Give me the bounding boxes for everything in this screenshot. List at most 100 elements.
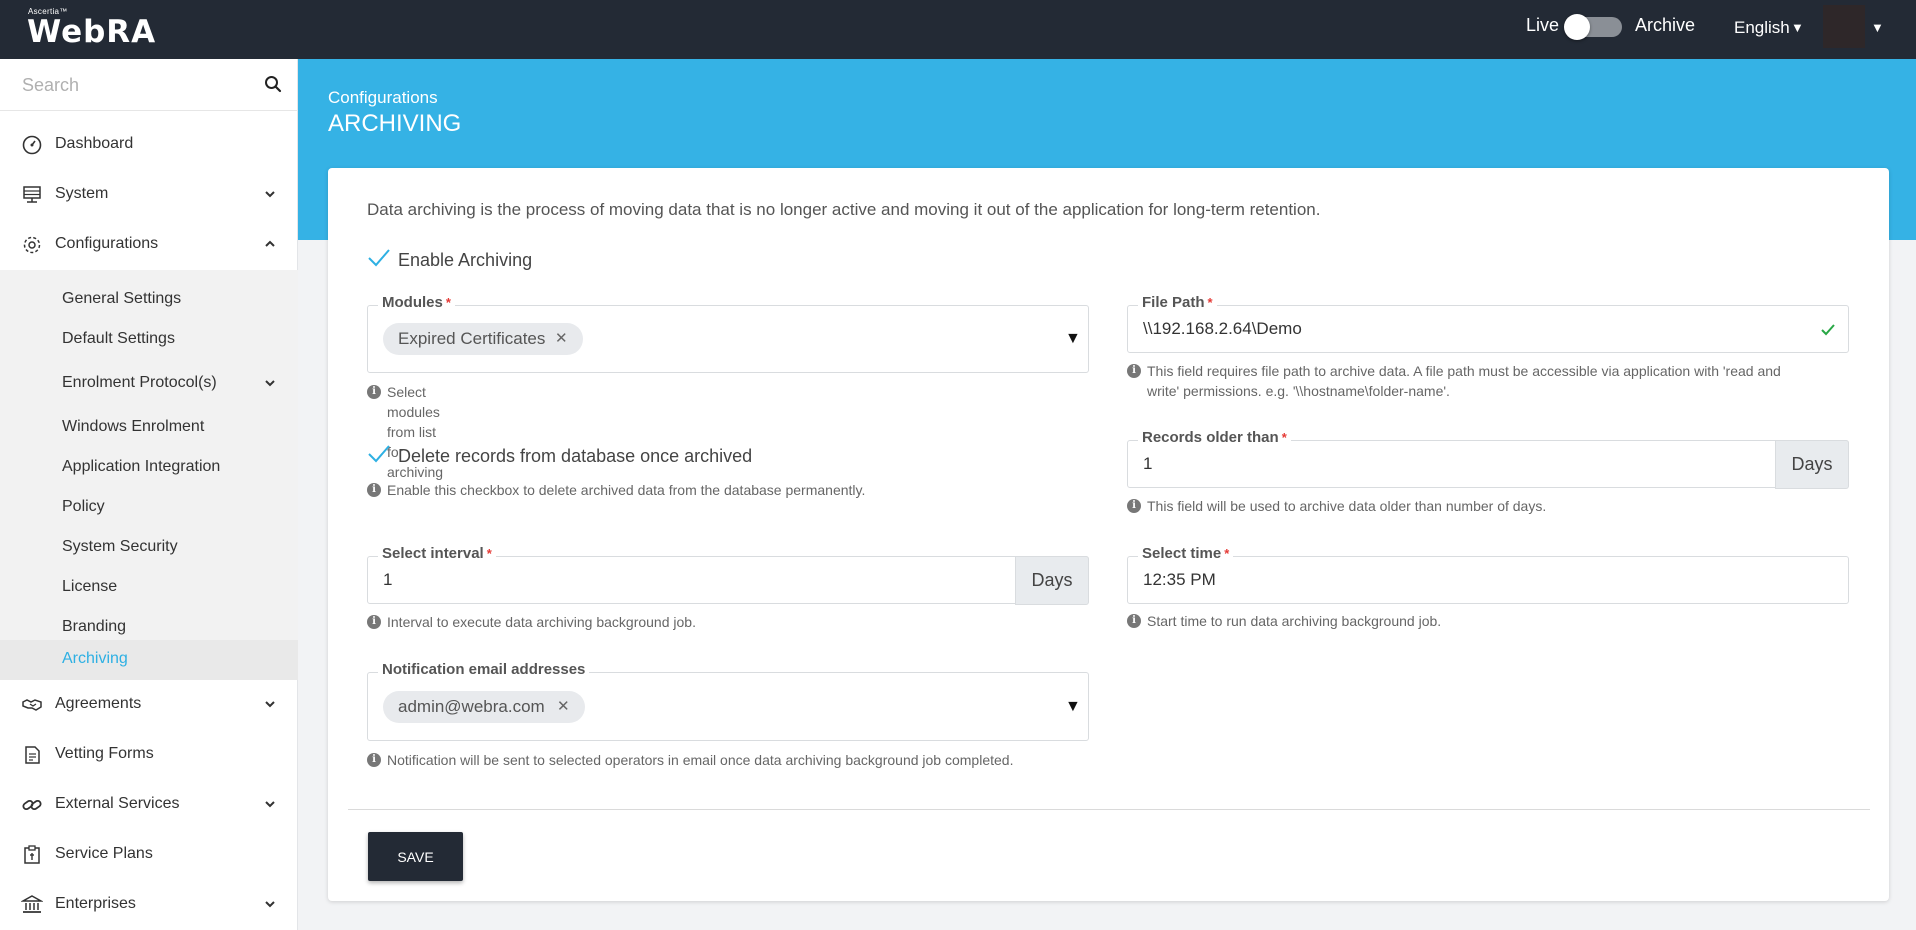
sidebar-item-label: External Services (55, 795, 180, 812)
checkbox-label: Enable Archiving (398, 250, 533, 270)
chip-label: admin@webra.com (398, 697, 545, 716)
caret-down-icon[interactable]: ▼ (1791, 20, 1804, 35)
service-plan-icon (24, 845, 40, 864)
link-icon (22, 799, 42, 811)
sidebar-item-windows-enrolment[interactable]: Windows Enrolment (62, 418, 204, 436)
records-older-than-field[interactable]: Records older than * 1 Days (1127, 429, 1849, 489)
server-icon (23, 186, 41, 203)
top-bar: Ascertia™ WebRA Live Archive English ▼ ▼ (0, 0, 1916, 59)
sidebar-item-label: Dashboard (55, 135, 134, 152)
sidebar-item-label: Enterprises (55, 895, 136, 912)
sidebar-item-external-services[interactable]: External Services (0, 780, 298, 830)
sidebar-item-branding[interactable]: Branding (62, 618, 126, 636)
sidebar-item-license[interactable]: License (62, 578, 117, 596)
module-chip: Expired Certificates ✕ (383, 323, 583, 355)
email-chip: admin@webra.com ✕ (383, 691, 585, 723)
sidebar-search (0, 59, 298, 111)
sidebar-item-agreements[interactable]: Agreements (0, 680, 298, 730)
valid-check-icon (1821, 324, 1835, 336)
sidebar-item-system-security[interactable]: System Security (62, 538, 178, 556)
brand-logo[interactable]: WebRA (27, 14, 156, 50)
info-icon: i (367, 753, 381, 767)
field-label: Select time * (1138, 545, 1234, 562)
chevron-down-icon (265, 801, 275, 808)
sidebar-item-label: Configurations (55, 235, 159, 252)
language-selector[interactable]: English (1734, 18, 1790, 38)
field-label: Modules * (378, 294, 455, 311)
select-interval-input[interactable]: 1 (383, 570, 392, 590)
file-path-field[interactable]: File Path * \\192.168.2.64\Demo (1127, 294, 1849, 353)
search-input[interactable] (22, 71, 252, 99)
page-title: ARCHIVING (328, 110, 462, 137)
select-time-field[interactable]: Select time * 12:35 PM (1127, 545, 1849, 604)
chevron-down-icon[interactable] (263, 376, 277, 390)
checkmark-icon (368, 249, 390, 267)
archiving-form-card: Data archiving is the process of moving … (328, 168, 1889, 901)
sidebar-item-application-integration[interactable]: Application Integration (62, 458, 220, 476)
notification-email-select[interactable]: Notification email addresses admin@webra… (367, 661, 1089, 741)
sidebar-item-general-settings[interactable]: General Settings (62, 290, 181, 308)
bank-icon (21, 895, 43, 913)
breadcrumb[interactable]: Configurations (328, 88, 438, 108)
sidebar-item-vetting-forms[interactable]: Vetting Forms (0, 730, 298, 780)
sidebar-item-dashboard[interactable]: Dashboard (0, 120, 298, 170)
sidebar-item-default-settings[interactable]: Default Settings (62, 330, 175, 348)
modules-select[interactable]: Modules * Expired Certificates ✕ ▼ (367, 294, 1089, 373)
intro-text: Data archiving is the process of moving … (367, 200, 1321, 219)
search-icon[interactable] (264, 75, 282, 93)
file-path-input[interactable]: \\192.168.2.64\Demo (1143, 319, 1302, 339)
handshake-icon (22, 699, 42, 711)
sidebar-item-label: System (55, 185, 109, 202)
archive-label: Archive (1635, 15, 1696, 35)
divider (348, 809, 1870, 810)
info-icon: i (367, 483, 381, 497)
avatar[interactable] (1823, 5, 1865, 48)
gear-icon (23, 236, 41, 254)
sidebar-item-enterprises[interactable]: Enterprises (0, 880, 298, 930)
info-icon: i (367, 385, 381, 399)
active-item-highlight: Archiving (0, 640, 298, 680)
field-label: Notification email addresses (378, 661, 590, 678)
days-addon: Days (1775, 440, 1849, 489)
live-label: Live (1526, 15, 1560, 35)
sidebar-item-policy[interactable]: Policy (62, 498, 105, 516)
sidebar-item-enrolment-protocols[interactable]: Enrolment Protocol(s) (62, 374, 217, 392)
days-addon: Days (1015, 556, 1089, 605)
chevron-down-icon (265, 191, 275, 198)
sidebar-item-label: Service Plans (55, 845, 153, 862)
info-icon: i (1127, 364, 1141, 378)
field-label: Select interval * (378, 545, 496, 562)
sidebar: Dashboard System Configurations General … (0, 59, 298, 930)
close-icon[interactable]: ✕ (555, 323, 568, 355)
field-label: File Path * (1138, 294, 1217, 311)
form-icon (25, 746, 40, 764)
caret-down-icon[interactable]: ▼ (1065, 698, 1081, 716)
info-icon: i (1127, 499, 1141, 513)
checkmark-icon (368, 445, 390, 463)
configurations-submenu: General Settings Default Settings Enrolm… (0, 270, 298, 680)
sidebar-item-archiving[interactable]: Archiving (62, 650, 128, 668)
chevron-down-icon (265, 901, 275, 908)
dashboard-icon (22, 135, 42, 155)
sidebar-item-system[interactable]: System (0, 170, 298, 220)
toggle-knob (1564, 14, 1590, 40)
close-icon[interactable]: ✕ (557, 691, 570, 723)
info-icon: i (1127, 614, 1141, 628)
field-label: Records older than * (1138, 429, 1291, 446)
caret-down-icon[interactable]: ▼ (1871, 20, 1884, 35)
save-button[interactable]: SAVE (368, 832, 463, 881)
chevron-up-icon (265, 240, 275, 247)
chevron-down-icon (265, 701, 275, 708)
caret-down-icon[interactable]: ▼ (1065, 330, 1081, 348)
sidebar-item-service-plans[interactable]: Service Plans (0, 830, 298, 880)
select-interval-field[interactable]: Select interval * 1 Days (367, 545, 1089, 605)
checkbox-label: Delete records from database once archiv… (398, 446, 753, 466)
chip-label: Expired Certificates (398, 329, 546, 348)
sidebar-item-label: Agreements (55, 695, 142, 712)
sidebar-item-configurations[interactable]: Configurations (0, 220, 298, 270)
info-icon: i (367, 615, 381, 629)
sidebar-item-label: Vetting Forms (55, 745, 154, 762)
records-older-than-input[interactable]: 1 (1143, 454, 1152, 474)
live-archive-toggle[interactable] (1564, 14, 1622, 40)
select-time-input[interactable]: 12:35 PM (1143, 570, 1216, 590)
